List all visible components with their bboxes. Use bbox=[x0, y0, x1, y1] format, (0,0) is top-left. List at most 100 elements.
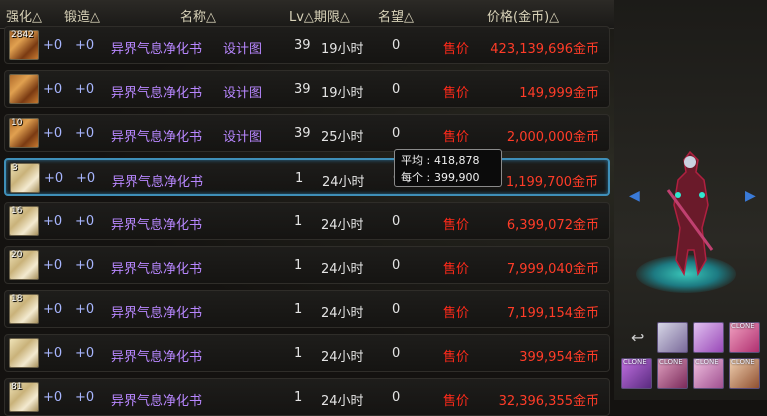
item-row[interactable]: +0 +0 异界气息净化书 1 24小时 0 售价 399,954金币 bbox=[4, 334, 610, 372]
each-value: 399,900 bbox=[434, 171, 480, 184]
item-level: 1 bbox=[294, 302, 303, 317]
clone-badge: CLONE bbox=[731, 358, 755, 366]
item-fame: 0 bbox=[392, 346, 401, 361]
item-row[interactable]: 20 +0 +0 异界气息净化书 1 24小时 0 售价 7,999,040金币 bbox=[4, 246, 610, 284]
item-price: 423,139,696金币 bbox=[490, 42, 599, 57]
equipment-slot[interactable]: CLONE bbox=[729, 358, 760, 389]
item-level: 1 bbox=[294, 390, 303, 405]
sale-label: 售价 bbox=[443, 350, 470, 365]
forge-value: +0 bbox=[76, 171, 96, 186]
sale-label: 售价 bbox=[443, 306, 470, 321]
sort-name-header[interactable]: 名称△ bbox=[180, 6, 216, 25]
item-type: 设计图 bbox=[223, 130, 263, 145]
item-fame: 0 bbox=[392, 38, 401, 53]
item-name: 异界气息净化书 bbox=[111, 306, 203, 321]
stack-count: 81 bbox=[11, 382, 23, 392]
item-name: 异界气息净化书 bbox=[111, 262, 203, 277]
sort-fame-header[interactable]: 名望△ bbox=[378, 6, 414, 25]
clone-badge: CLONE bbox=[623, 358, 647, 366]
item-price: 2,000,000金币 bbox=[506, 130, 599, 145]
item-level: 1 bbox=[294, 258, 303, 273]
recipe-scroll-icon[interactable]: 2842 bbox=[9, 30, 39, 60]
item-row[interactable]: 2842 +0 +0 异界气息净化书 设计图 39 19小时 0 售价 423,139,696金币 bbox=[4, 26, 610, 64]
rotate-right-arrow[interactable]: ▶ bbox=[745, 188, 756, 204]
equipment-slot[interactable]: CLONE bbox=[621, 358, 652, 389]
item-level: 1 bbox=[295, 171, 304, 186]
item-type: 设计图 bbox=[223, 86, 263, 101]
equipment-slot[interactable] bbox=[693, 322, 724, 353]
item-period: 24小时 bbox=[321, 350, 364, 365]
forge-value: +0 bbox=[75, 214, 95, 229]
enhance-value: +0 bbox=[43, 258, 63, 273]
sort-enhance-header[interactable]: 强化△ bbox=[6, 6, 42, 25]
scroll-icon[interactable]: 81 bbox=[9, 382, 39, 412]
recipe-scroll-icon[interactable]: 10 bbox=[9, 118, 39, 148]
each-label: 每个 : bbox=[401, 171, 431, 184]
equipment-slot[interactable]: CLONE bbox=[693, 358, 724, 389]
scroll-icon[interactable]: 16 bbox=[9, 206, 39, 236]
character-avatar bbox=[666, 150, 714, 277]
scroll-icon[interactable]: 20 bbox=[9, 250, 39, 280]
item-row[interactable]: +0 +0 异界气息净化书 设计图 39 19小时 0 售价 149,999金币 bbox=[4, 70, 610, 108]
item-row[interactable]: 18 +0 +0 异界气息净化书 1 24小时 0 售价 7,199,154金币 bbox=[4, 290, 610, 328]
forge-value: +0 bbox=[75, 38, 95, 53]
item-fame: 0 bbox=[392, 214, 401, 229]
item-fame: 0 bbox=[392, 302, 401, 317]
item-price: 7,999,040金币 bbox=[506, 262, 599, 277]
average-value: 418,878 bbox=[434, 154, 480, 167]
item-fame: 0 bbox=[392, 258, 401, 273]
column-header-bar: 强化△ 锻造△ 名称△ Lv△期限△ 名望△ 价格(金币)△ bbox=[0, 0, 614, 29]
item-level: 39 bbox=[294, 126, 311, 141]
forge-value: +0 bbox=[75, 346, 95, 361]
price-tooltip: 平均 : 418,878 每个 : 399,900 bbox=[394, 149, 502, 187]
item-row[interactable]: 81 +0 +0 异界气息净化书 1 24小时 0 售价 32,396,355金币 bbox=[4, 378, 610, 416]
clone-badge: CLONE bbox=[731, 322, 755, 330]
forge-value: +0 bbox=[75, 126, 95, 141]
equipment-slot[interactable]: CLONE bbox=[657, 358, 688, 389]
stack-count: 2842 bbox=[11, 30, 34, 40]
item-level: 39 bbox=[294, 38, 311, 53]
rotate-left-arrow[interactable]: ◀ bbox=[629, 188, 640, 204]
scroll-icon[interactable]: 18 bbox=[9, 294, 39, 324]
enhance-value: +0 bbox=[43, 302, 63, 317]
item-period: 24小时 bbox=[322, 175, 365, 190]
item-level: 39 bbox=[294, 82, 311, 97]
back-arrow-icon[interactable]: ↩ bbox=[631, 328, 644, 347]
item-period: 24小时 bbox=[321, 306, 364, 321]
item-period: 19小时 bbox=[321, 42, 364, 57]
forge-value: +0 bbox=[75, 258, 95, 273]
item-price: 149,999金币 bbox=[519, 86, 599, 101]
enhance-value: +0 bbox=[43, 126, 63, 141]
item-price: 7,199,154金币 bbox=[506, 306, 599, 321]
item-name: 异界气息净化书 bbox=[111, 86, 203, 101]
sort-forge-header[interactable]: 锻造△ bbox=[64, 6, 100, 25]
scroll-icon[interactable] bbox=[9, 338, 39, 368]
item-level: 1 bbox=[294, 214, 303, 229]
clone-badge: CLONE bbox=[659, 358, 683, 366]
enhance-value: +0 bbox=[43, 214, 63, 229]
item-name: 异界气息净化书 bbox=[111, 218, 203, 233]
enhance-value: +0 bbox=[43, 346, 63, 361]
item-name: 异界气息净化书 bbox=[112, 175, 204, 190]
item-name: 异界气息净化书 bbox=[111, 350, 203, 365]
item-fame: 0 bbox=[392, 390, 401, 405]
stack-count: 18 bbox=[11, 294, 23, 304]
equipment-slot[interactable] bbox=[657, 322, 688, 353]
sort-price-header[interactable]: 价格(金币)△ bbox=[487, 6, 559, 25]
item-period: 24小时 bbox=[321, 218, 364, 233]
clone-badge: CLONE bbox=[695, 358, 719, 366]
item-row[interactable]: 10 +0 +0 异界气息净化书 设计图 39 25小时 0 售价 2,000,000金币 bbox=[4, 114, 610, 152]
sort-lv-period-header[interactable]: Lv△期限△ bbox=[289, 6, 350, 25]
scroll-icon[interactable]: 3 bbox=[10, 163, 40, 193]
sale-label: 售价 bbox=[443, 218, 470, 233]
average-label: 平均 : bbox=[401, 154, 431, 167]
sale-label: 售价 bbox=[443, 42, 470, 57]
item-period: 19小时 bbox=[321, 86, 364, 101]
item-row[interactable]: 3+0+0异界气息净化书124小时01,199,700金币 bbox=[4, 158, 610, 196]
recipe-scroll-icon[interactable] bbox=[9, 74, 39, 104]
item-name: 异界气息净化书 bbox=[111, 130, 203, 145]
equipment-slot[interactable]: CLONE bbox=[729, 322, 760, 353]
enhance-value: +0 bbox=[43, 82, 63, 97]
item-name: 异界气息净化书 bbox=[111, 42, 203, 57]
item-row[interactable]: 16 +0 +0 异界气息净化书 1 24小时 0 售价 6,399,072金币 bbox=[4, 202, 610, 240]
